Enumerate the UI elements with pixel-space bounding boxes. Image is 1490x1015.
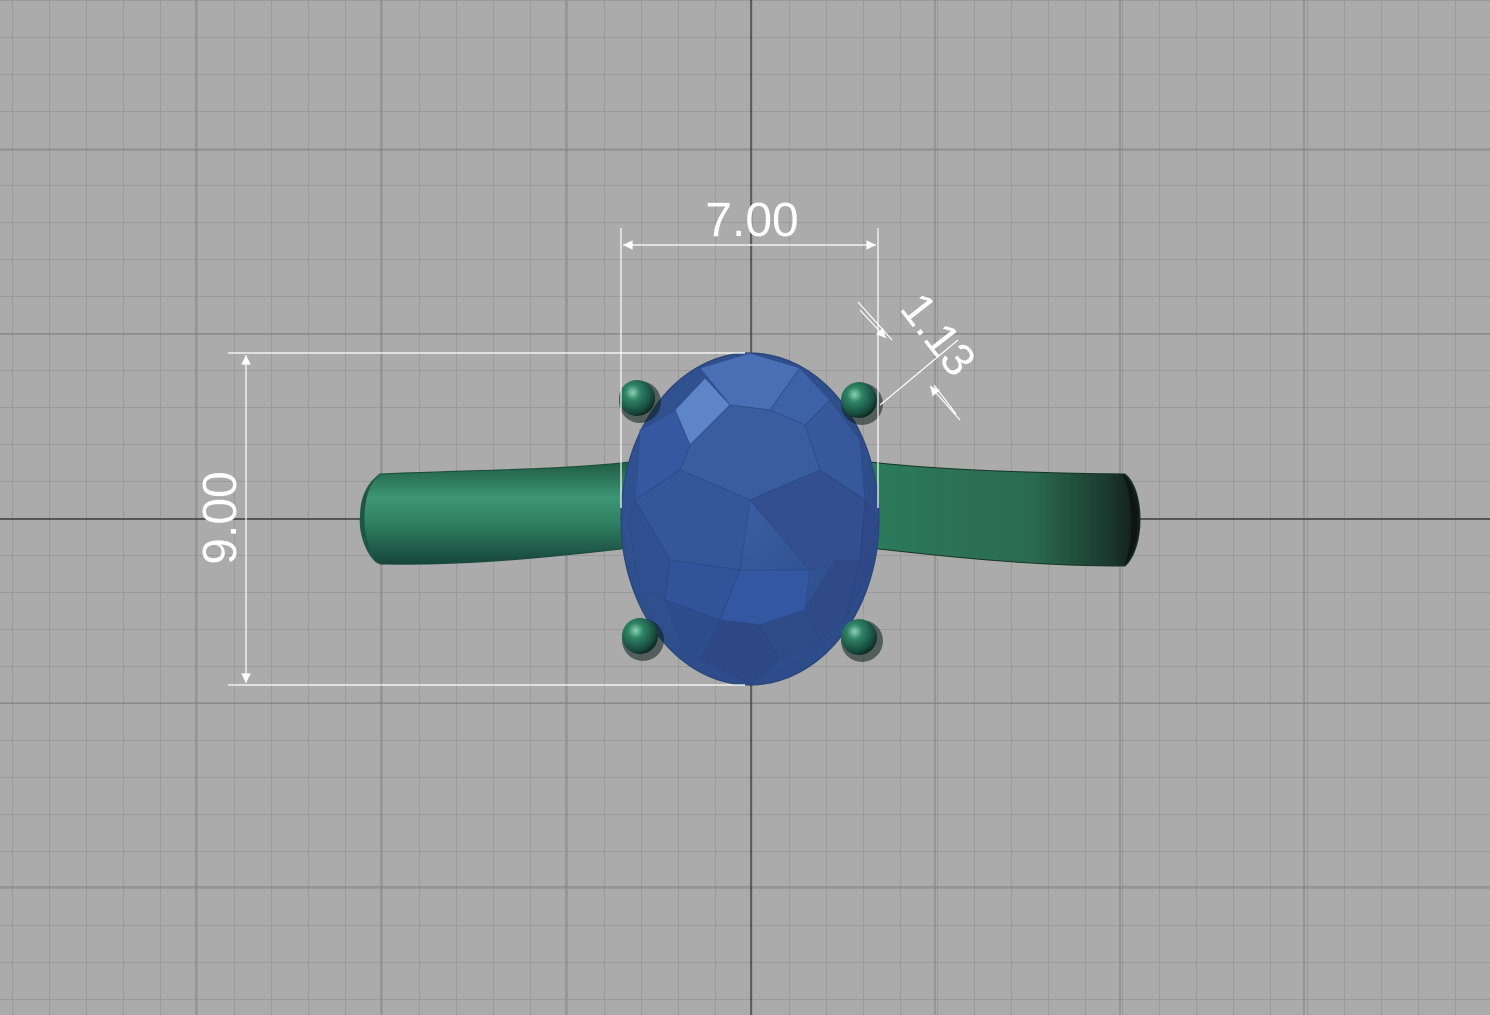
dimension-length-label: 9.00 <box>194 471 247 564</box>
prong-top-left[interactable] <box>619 380 661 423</box>
prong-witness <box>933 384 957 415</box>
ring-shank-left <box>363 461 631 565</box>
dimension-width-label: 7.00 <box>705 194 798 247</box>
scene-canvas[interactable]: 7.00 9.00 1.13 <box>0 0 1490 1015</box>
prong-top-right[interactable] <box>841 382 883 425</box>
viewport-3d[interactable]: 7.00 9.00 1.13 <box>0 0 1490 1015</box>
ring-shank-right <box>869 461 1141 567</box>
prong-bottom-right[interactable] <box>841 619 883 662</box>
